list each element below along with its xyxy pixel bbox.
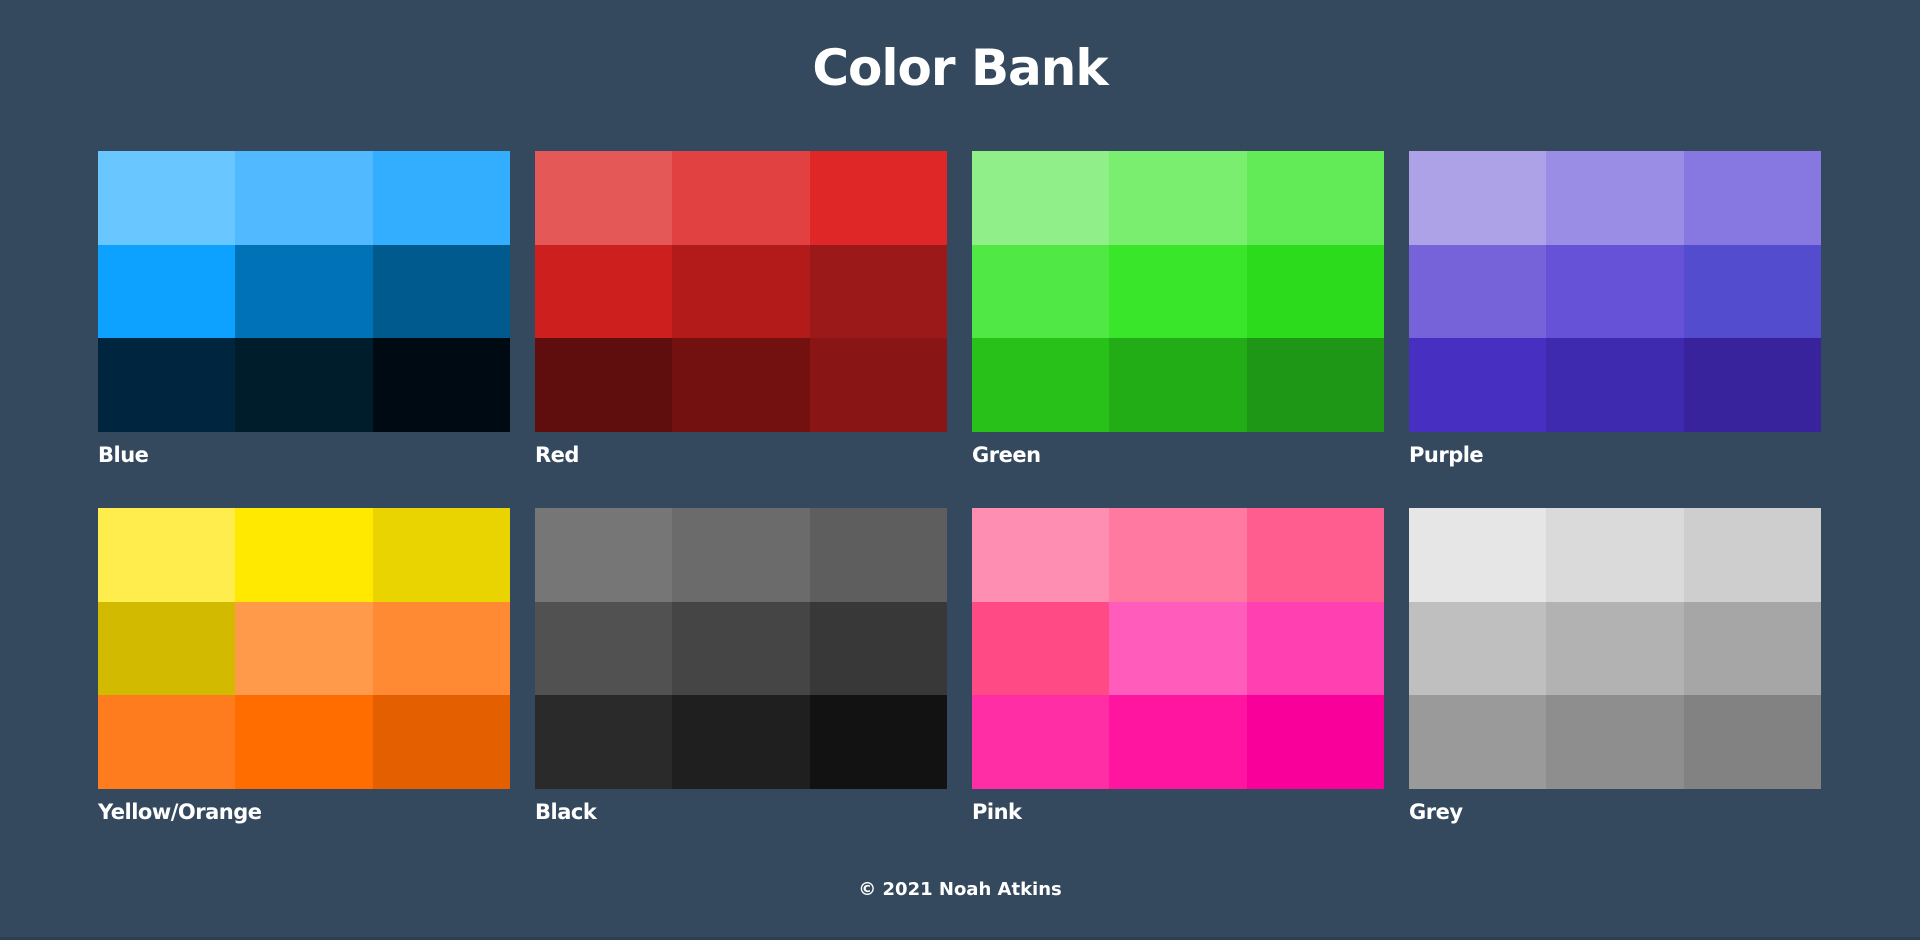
color-swatch[interactable] (1409, 508, 1547, 602)
color-swatch[interactable] (1683, 601, 1821, 696)
color-swatch[interactable] (535, 244, 673, 339)
color-swatch[interactable] (672, 151, 810, 245)
color-swatch[interactable] (372, 244, 510, 339)
swatch-grid[interactable] (98, 151, 510, 432)
color-swatch[interactable] (372, 695, 510, 789)
color-swatch[interactable] (672, 338, 810, 432)
color-swatch[interactable] (372, 151, 510, 245)
swatch-grid[interactable] (535, 508, 947, 789)
color-swatch[interactable] (809, 695, 947, 789)
color-swatch[interactable] (972, 151, 1110, 245)
color-swatch[interactable] (1409, 601, 1547, 696)
color-swatch[interactable] (535, 508, 673, 602)
color-swatch[interactable] (98, 695, 236, 789)
color-swatch[interactable] (98, 151, 236, 245)
color-swatch[interactable] (1109, 601, 1247, 696)
color-swatch[interactable] (235, 508, 373, 602)
color-swatch[interactable] (372, 601, 510, 696)
color-swatch[interactable] (98, 338, 236, 432)
color-swatch[interactable] (1546, 508, 1684, 602)
color-swatch[interactable] (1409, 338, 1547, 432)
color-swatch[interactable] (1109, 244, 1247, 339)
color-swatch[interactable] (1683, 695, 1821, 789)
color-swatch[interactable] (972, 338, 1110, 432)
color-swatch[interactable] (535, 695, 673, 789)
color-swatch[interactable] (535, 151, 673, 245)
color-swatch[interactable] (972, 695, 1110, 789)
color-swatch[interactable] (1546, 695, 1684, 789)
color-swatch[interactable] (1109, 508, 1247, 602)
color-swatch[interactable] (972, 601, 1110, 696)
color-swatch[interactable] (1246, 151, 1384, 245)
palette-card-yellow-orange: Yellow/Orange (98, 508, 510, 825)
swatch-grid[interactable] (972, 508, 1384, 789)
palette-card-grey: Grey (1409, 508, 1821, 825)
color-swatch[interactable] (1546, 151, 1684, 245)
palette-card-purple: Purple (1409, 151, 1821, 468)
color-swatch[interactable] (809, 601, 947, 696)
palette-card-pink: Pink (972, 508, 1384, 825)
color-swatch[interactable] (972, 508, 1110, 602)
color-swatch[interactable] (1246, 601, 1384, 696)
palette-label: Pink (972, 800, 1022, 824)
palette-label: Purple (1409, 443, 1484, 467)
swatch-grid[interactable] (98, 508, 510, 789)
swatch-grid[interactable] (972, 151, 1384, 432)
color-swatch[interactable] (1546, 338, 1684, 432)
color-swatch[interactable] (235, 695, 373, 789)
color-swatch[interactable] (535, 338, 673, 432)
palette-card-black: Black (535, 508, 947, 825)
color-swatch[interactable] (1409, 695, 1547, 789)
color-swatch[interactable] (372, 508, 510, 602)
color-swatch[interactable] (672, 601, 810, 696)
color-swatch[interactable] (809, 338, 947, 432)
color-swatch[interactable] (235, 338, 373, 432)
color-swatch[interactable] (1246, 508, 1384, 602)
color-swatch[interactable] (972, 244, 1110, 339)
palette-card-blue: Blue (98, 151, 510, 468)
color-swatch[interactable] (672, 695, 810, 789)
color-swatch[interactable] (235, 151, 373, 245)
color-swatch[interactable] (809, 244, 947, 339)
palette-grid: Blue Red Green Purple Yellow/Orange Blac… (98, 151, 1823, 825)
color-swatch[interactable] (1683, 508, 1821, 602)
color-swatch[interactable] (98, 601, 236, 696)
page-title: Color Bank (812, 39, 1108, 97)
palette-label: Black (535, 800, 597, 824)
color-swatch[interactable] (1246, 695, 1384, 789)
palette-label: Yellow/Orange (98, 800, 262, 824)
color-swatch[interactable] (1109, 695, 1247, 789)
color-swatch[interactable] (672, 244, 810, 339)
color-swatch[interactable] (1246, 244, 1384, 339)
color-swatch[interactable] (98, 508, 236, 602)
color-swatch[interactable] (372, 338, 510, 432)
palette-card-red: Red (535, 151, 947, 468)
color-swatch[interactable] (809, 508, 947, 602)
swatch-grid[interactable] (535, 151, 947, 432)
color-swatch[interactable] (1683, 338, 1821, 432)
color-swatch[interactable] (1546, 601, 1684, 696)
swatch-grid[interactable] (1409, 151, 1821, 432)
color-swatch[interactable] (235, 601, 373, 696)
palette-label: Grey (1409, 800, 1463, 824)
color-swatch[interactable] (1246, 338, 1384, 432)
color-swatch[interactable] (1683, 244, 1821, 339)
swatch-grid[interactable] (1409, 508, 1821, 789)
color-swatch[interactable] (1683, 151, 1821, 245)
color-swatch[interactable] (1409, 244, 1547, 339)
palette-label: Blue (98, 443, 149, 467)
color-swatch[interactable] (1409, 151, 1547, 245)
palette-label: Red (535, 443, 579, 467)
palette-label: Green (972, 443, 1041, 467)
color-swatch[interactable] (1546, 244, 1684, 339)
color-swatch[interactable] (1109, 151, 1247, 245)
palette-card-green: Green (972, 151, 1384, 468)
color-swatch[interactable] (235, 244, 373, 339)
color-swatch[interactable] (98, 244, 236, 339)
color-swatch[interactable] (672, 508, 810, 602)
footer-copyright: © 2021 Noah Atkins (858, 879, 1062, 900)
color-swatch[interactable] (1109, 338, 1247, 432)
color-swatch[interactable] (809, 151, 947, 245)
color-swatch[interactable] (535, 601, 673, 696)
